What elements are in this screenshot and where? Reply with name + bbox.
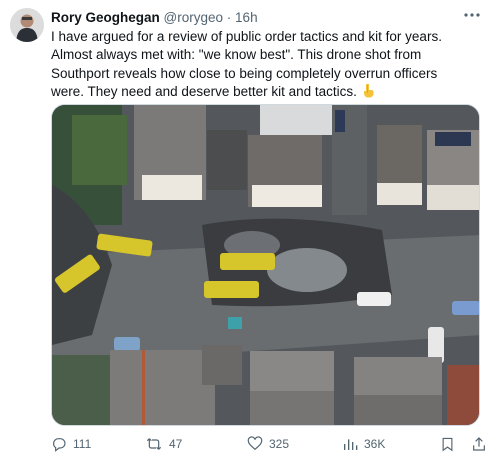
- author-name[interactable]: Rory Geoghegan: [51, 10, 160, 25]
- bookmark-button[interactable]: [440, 436, 455, 452]
- avatar[interactable]: [10, 8, 44, 42]
- repost-count: 47: [169, 437, 183, 451]
- tweet-header: Rory Geoghegan @rorygeo · 16h: [51, 9, 258, 26]
- like-button[interactable]: 325: [247, 436, 289, 452]
- pointing-down-emoji: [361, 83, 375, 103]
- avatar-image: [10, 8, 44, 42]
- like-count: 325: [269, 437, 290, 451]
- views-chart-icon: [344, 439, 358, 450]
- drone-photo: [52, 105, 479, 425]
- share-button[interactable]: [471, 436, 487, 452]
- tweet-card[interactable]: Rory Geoghegan @rorygeo · 16h I have arg…: [0, 0, 499, 462]
- share-icon: [473, 437, 485, 451]
- heart-icon: [247, 436, 263, 451]
- reply-count: 111: [73, 437, 92, 451]
- tweet-body-text: I have argued for a review of public ord…: [51, 29, 442, 100]
- reply-button[interactable]: 111: [51, 436, 91, 452]
- repost-button[interactable]: 47: [145, 436, 182, 452]
- reply-icon: [53, 438, 66, 452]
- repost-icon: [146, 438, 162, 450]
- action-bar: 111 47 325 36K: [51, 436, 491, 456]
- tweet-text: I have argued for a review of public ord…: [51, 28, 451, 104]
- author-handle[interactable]: @rorygeo: [164, 10, 223, 25]
- tweet-media-image[interactable]: [51, 104, 480, 426]
- views-button[interactable]: 36K: [342, 436, 385, 452]
- more-horizontal-icon: [464, 13, 480, 17]
- header-separator: ·: [226, 10, 232, 25]
- timestamp[interactable]: 16h: [235, 10, 258, 25]
- view-count: 36K: [364, 437, 386, 451]
- bookmark-icon: [442, 437, 453, 452]
- more-button[interactable]: [462, 7, 482, 23]
